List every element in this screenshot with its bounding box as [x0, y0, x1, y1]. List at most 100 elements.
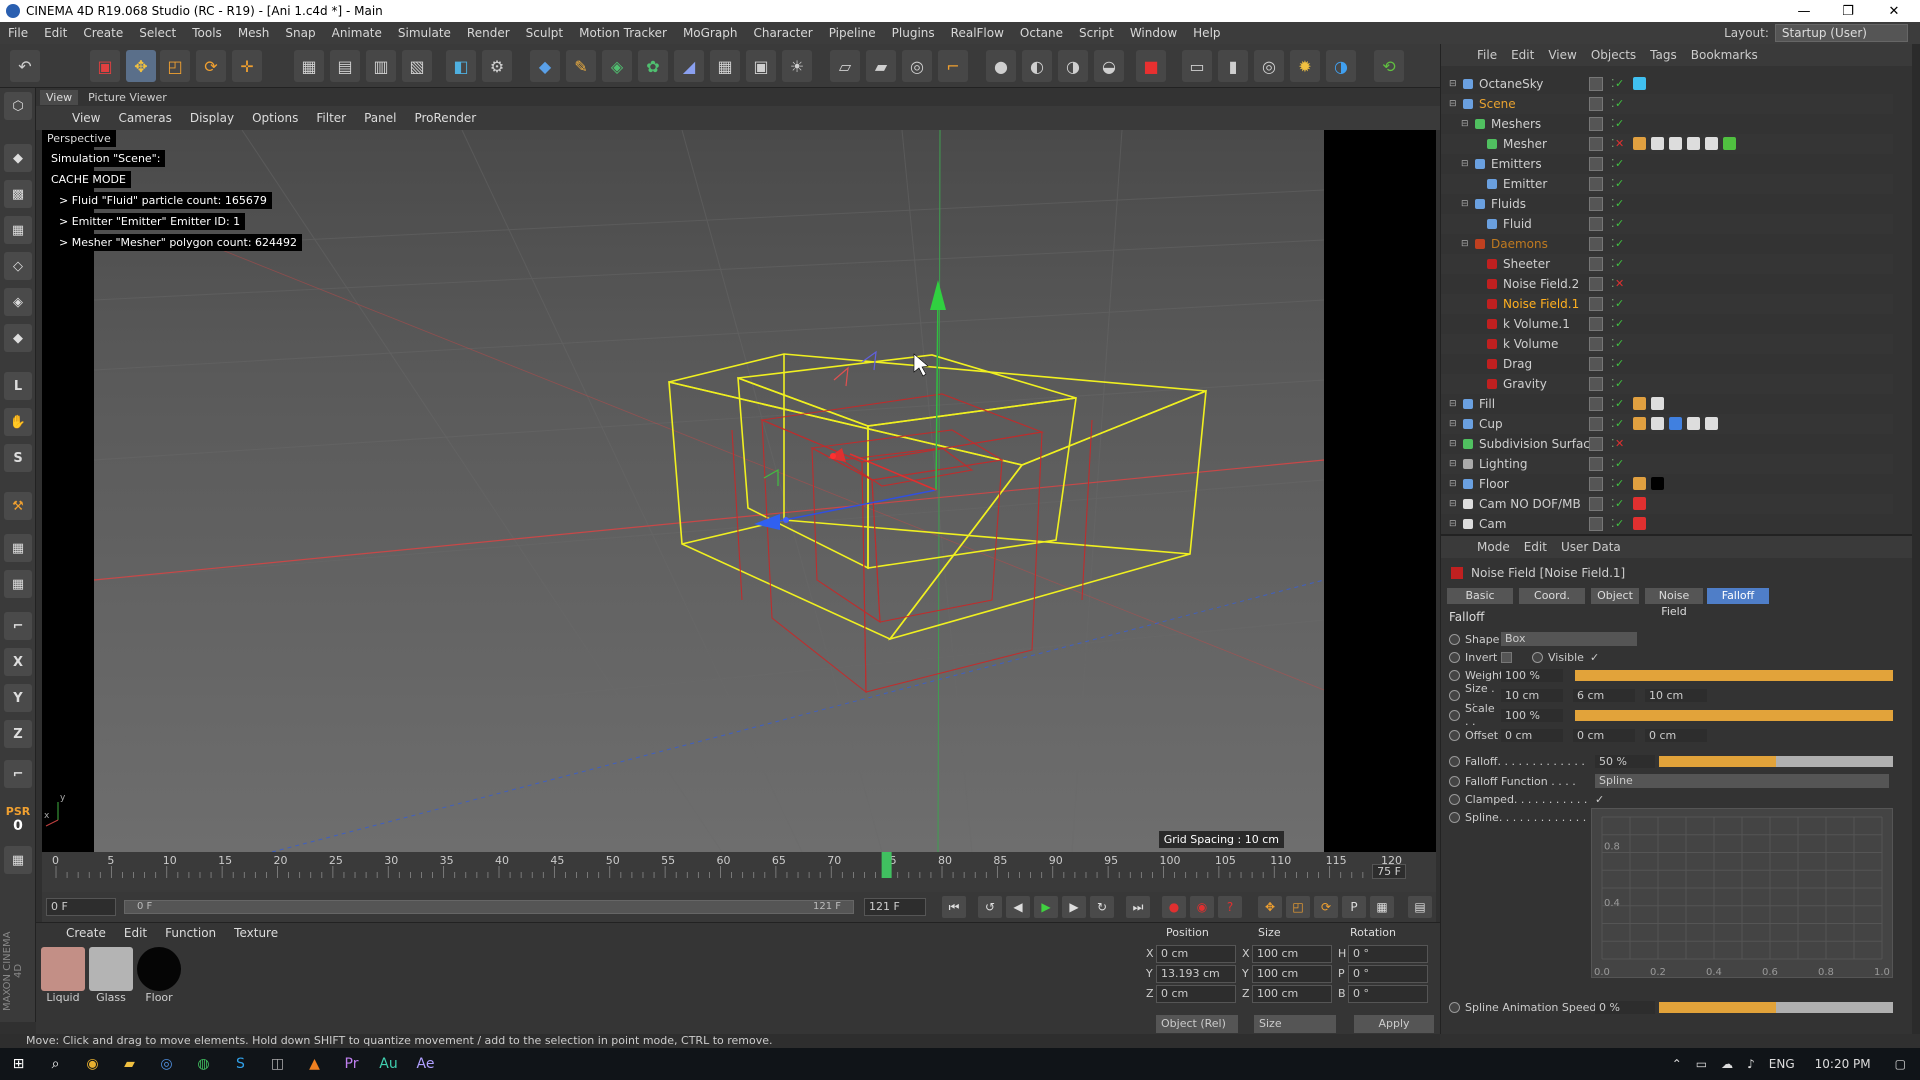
object-tag-icon[interactable]: [1669, 137, 1682, 150]
expand-toggle-icon[interactable]: ⊟: [1449, 99, 1457, 109]
attr-tab-object[interactable]: Object: [1591, 588, 1639, 604]
layer-box[interactable]: [1589, 197, 1603, 211]
spline-anim-dot[interactable]: [1449, 811, 1460, 823]
cinema4d-taskbar-icon[interactable]: ◎: [148, 1048, 185, 1080]
object-row-k-volume-1[interactable]: k Volume.1 ⁚ ✓: [1441, 314, 1893, 334]
viewport-perspective[interactable]: y x Perspective Simulation "Scene": CACHE…: [42, 130, 1436, 852]
layer-box[interactable]: [1589, 357, 1603, 371]
menu-item-simulate[interactable]: Simulate: [390, 26, 459, 40]
move-tool-icon[interactable]: ✥: [126, 50, 156, 82]
attr-menu-mode[interactable]: Mode: [1477, 540, 1510, 554]
layer-box[interactable]: [1589, 377, 1603, 391]
expand-toggle-icon[interactable]: ⊟: [1461, 119, 1469, 129]
layer-box[interactable]: [1589, 397, 1603, 411]
spline-graph[interactable]: 0.8 0.4 0.0 0.2 0.4 0.6 0.8 1.0: [1591, 808, 1893, 978]
object-tag-icon[interactable]: [1633, 77, 1646, 90]
size-z-field[interactable]: 10 cm: [1645, 688, 1707, 702]
render-picture-viewer-icon[interactable]: ▤: [330, 50, 360, 82]
object-row-fluid[interactable]: Fluid ⁚ ✓: [1441, 214, 1893, 234]
layer-box[interactable]: [1589, 497, 1603, 511]
menu-item-motion-tracker[interactable]: Motion Tracker: [571, 26, 675, 40]
invert-anim-dot[interactable]: [1449, 651, 1460, 663]
axis-left-icon[interactable]: L: [4, 372, 32, 400]
after-effects-icon[interactable]: Ae: [407, 1048, 444, 1080]
menu-item-help[interactable]: Help: [1185, 26, 1228, 40]
object-name[interactable]: Lighting: [1479, 457, 1528, 471]
coord-system-icon[interactable]: ⌐: [4, 612, 32, 640]
object-tag-icon[interactable]: [1651, 397, 1664, 410]
material-menu-texture[interactable]: Texture: [234, 926, 278, 940]
object-tag-icon[interactable]: [1687, 417, 1700, 430]
shading-sphere-2-icon[interactable]: ◐: [1022, 50, 1052, 82]
object-tag-icon[interactable]: [1633, 417, 1646, 430]
spline-anim-speed-dot[interactable]: [1449, 1001, 1460, 1013]
onedrive-icon[interactable]: ☁: [1721, 1057, 1733, 1071]
attr-menu-edit[interactable]: Edit: [1524, 540, 1547, 554]
grid-icon[interactable]: ▦: [4, 846, 32, 874]
object-row-meshers[interactable]: ⊟ Meshers ⁚ ✓: [1441, 114, 1893, 134]
layer-box[interactable]: [1589, 157, 1603, 171]
menu-item-window[interactable]: Window: [1122, 26, 1185, 40]
notifications-icon[interactable]: ▢: [1895, 1057, 1906, 1071]
view-tab-picture-viewer[interactable]: Picture Viewer: [82, 90, 173, 105]
expand-toggle-icon[interactable]: ⊟: [1449, 459, 1457, 469]
octane-toggle-icon[interactable]: ▭: [1182, 50, 1212, 82]
scale-field[interactable]: 100 %: [1501, 708, 1563, 722]
object-name[interactable]: Emitter: [1503, 177, 1547, 191]
grid-lock-icon[interactable]: ▦: [4, 534, 32, 562]
record-scale-icon[interactable]: ◰: [1286, 896, 1310, 918]
object-name[interactable]: k Volume.1: [1503, 317, 1570, 331]
render-queue-icon[interactable]: ▧: [402, 50, 432, 82]
audition-icon[interactable]: Au: [370, 1048, 407, 1080]
falloff-function-dropdown[interactable]: Spline: [1595, 774, 1889, 788]
layer-box[interactable]: [1589, 257, 1603, 271]
view-menu-panel[interactable]: Panel: [364, 111, 396, 125]
menu-item-tools[interactable]: Tools: [184, 26, 230, 40]
subdivision-generator-icon[interactable]: ◈: [602, 50, 632, 82]
object-tag-icon[interactable]: [1633, 397, 1646, 410]
weight-slider[interactable]: [1575, 670, 1893, 681]
enabled-check-icon[interactable]: ✓: [1615, 77, 1624, 91]
cube-primitive-icon[interactable]: ◆: [530, 50, 560, 82]
object-name[interactable]: Fluid: [1503, 217, 1532, 231]
layer-box[interactable]: [1589, 417, 1603, 431]
layer-box[interactable]: [1589, 277, 1603, 291]
coord-pos-field[interactable]: 0 cm: [1156, 945, 1236, 963]
snap-icon[interactable]: S: [4, 444, 32, 472]
enabled-check-icon[interactable]: ✓: [1615, 237, 1624, 251]
frame-range-slider[interactable]: 0 F 121 F: [124, 900, 854, 914]
keyframe-selection-icon[interactable]: ?: [1218, 896, 1242, 918]
view-menu-display[interactable]: Display: [190, 111, 234, 125]
object-row-daemons[interactable]: ⊟ Daemons ⁚ ✓: [1441, 234, 1893, 254]
material-glass[interactable]: Glass: [88, 947, 134, 1004]
object-row-lighting[interactable]: ⊟ Lighting ⁚ ✓: [1441, 454, 1893, 474]
point-mode-icon[interactable]: ◇: [4, 252, 32, 280]
file-explorer-icon[interactable]: ▰: [111, 1048, 148, 1080]
object-tag-icon[interactable]: [1633, 497, 1646, 510]
material-menu-edit[interactable]: Edit: [124, 926, 147, 940]
menu-item-file[interactable]: File: [0, 26, 36, 40]
volume-icon[interactable]: ♪: [1747, 1057, 1755, 1071]
clock[interactable]: 10:20 PM: [1815, 1057, 1871, 1071]
enabled-check-icon[interactable]: ✓: [1615, 97, 1624, 111]
record-active-icon[interactable]: ●: [1162, 896, 1186, 918]
object-row-cup[interactable]: ⊟ Cup ⁚ ✓: [1441, 414, 1893, 434]
object-tag-icon[interactable]: [1651, 137, 1664, 150]
material-liquid[interactable]: Liquid: [40, 947, 86, 1004]
coord-apply-button[interactable]: Apply: [1354, 1015, 1434, 1033]
object-name[interactable]: Cam: [1479, 517, 1506, 531]
object-name[interactable]: Meshers: [1491, 117, 1541, 131]
scale-tool-icon[interactable]: ◰: [160, 50, 190, 82]
view-menu-filter[interactable]: Filter: [316, 111, 346, 125]
y-axis-lock-icon[interactable]: Y: [4, 684, 32, 712]
layer-box[interactable]: [1589, 77, 1603, 91]
timeline-window-icon[interactable]: ▤: [1408, 896, 1432, 918]
timeline-playhead[interactable]: [881, 852, 892, 878]
object-menu-file[interactable]: File: [1477, 48, 1497, 62]
object-menu-edit[interactable]: Edit: [1511, 48, 1534, 62]
right-side-tabs[interactable]: [1912, 44, 1920, 1034]
record-position-icon[interactable]: ✥: [1258, 896, 1282, 918]
start-button-icon[interactable]: ⊞: [0, 1048, 37, 1080]
record-parameter-icon[interactable]: P: [1342, 896, 1366, 918]
scale-slider[interactable]: [1575, 710, 1893, 721]
